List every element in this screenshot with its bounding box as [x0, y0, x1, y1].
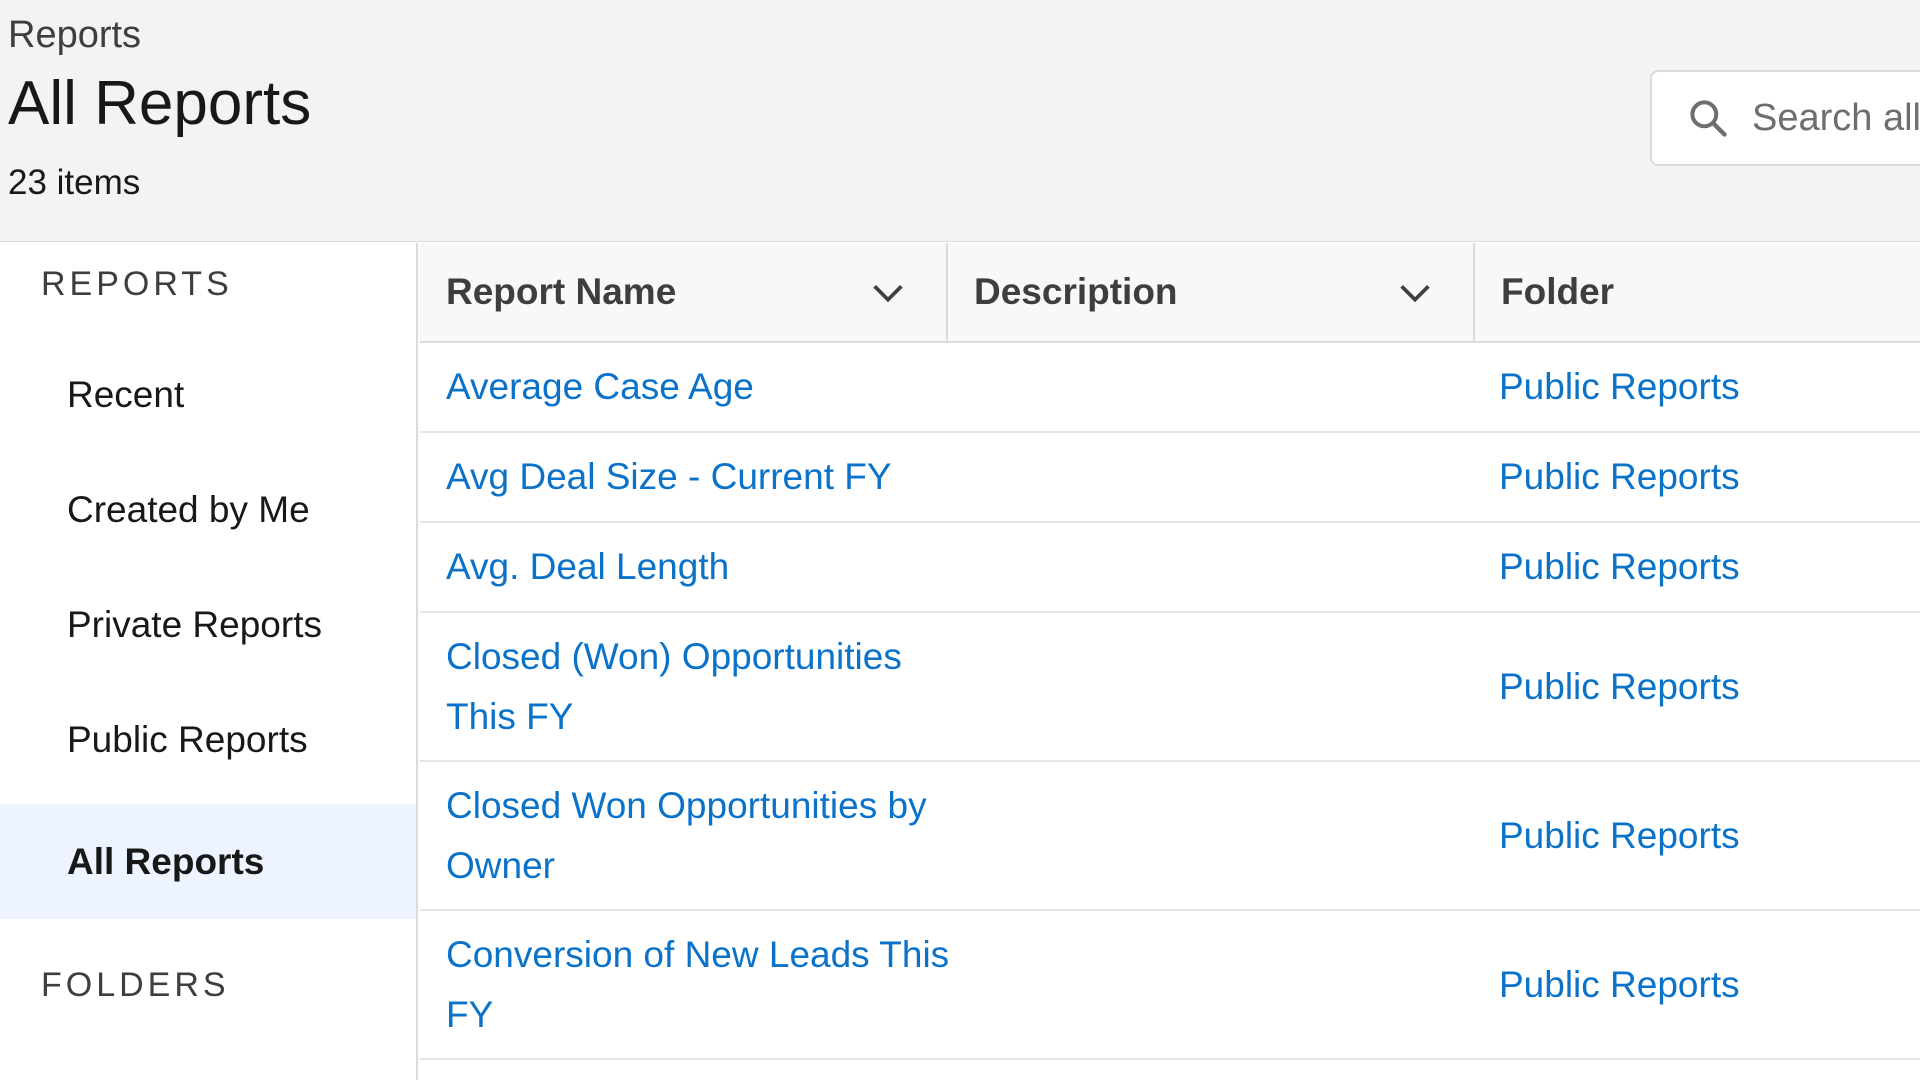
folder-link[interactable]: Public Reports: [1499, 537, 1740, 597]
folder-link[interactable]: Public Reports: [1499, 806, 1740, 866]
table-row: Closed Won Opportunities by Owner Public…: [420, 762, 1920, 911]
sidebar: REPORTS Recent Created by Me Private Rep…: [0, 243, 418, 1080]
reports-section-heading: REPORTS: [41, 265, 233, 303]
folder-link[interactable]: Public Reports: [1499, 447, 1740, 507]
sidebar-item-label: Created by Me: [67, 488, 310, 530]
item-count: 23 items: [8, 163, 141, 202]
table-header: Report Name Description Folder: [420, 243, 1920, 343]
table-row: Closed (Won) Opportunities This FY Publi…: [420, 613, 1920, 762]
reports-table: Report Name Description Folder Average C…: [420, 243, 1920, 1080]
search-input[interactable]: [1752, 96, 1920, 140]
table-row: Average Case Age Public Reports: [420, 343, 1920, 433]
table-row: Avg Deal Size - Current FY Public Report…: [420, 433, 1920, 523]
breadcrumb[interactable]: Reports: [8, 14, 141, 57]
sidebar-item-label: Public Reports: [67, 718, 308, 760]
table-row: Avg. Deal Length Public Reports: [420, 523, 1920, 613]
folders-section-heading: FOLDERS: [41, 966, 230, 1004]
sidebar-item-label: All Reports: [67, 840, 265, 882]
page-header: Reports All Reports 23 items: [0, 0, 1920, 242]
page-title: All Reports: [8, 69, 312, 138]
column-header-label: Folder: [1501, 271, 1615, 312]
report-name-link[interactable]: Avg Deal Size - Current FY: [446, 447, 966, 507]
sidebar-item-label: Recent: [67, 373, 185, 415]
report-name-link[interactable]: Closed (Won) Opportunities This FY: [446, 627, 966, 747]
folder-link[interactable]: Public Reports: [1499, 357, 1740, 417]
report-name-link[interactable]: Closed Won Opportunities by Owner: [446, 776, 966, 896]
sidebar-item-created-by-me[interactable]: Created by Me: [0, 452, 416, 567]
sidebar-item-recent[interactable]: Recent: [0, 337, 416, 452]
sidebar-item-public-reports[interactable]: Public Reports: [0, 682, 416, 797]
search-icon: [1690, 100, 1727, 137]
report-name-link[interactable]: Avg. Deal Length: [446, 537, 966, 597]
folder-link[interactable]: Public Reports: [1499, 657, 1740, 717]
sidebar-item-all-reports[interactable]: All Reports: [0, 804, 416, 919]
chevron-down-icon[interactable]: [868, 273, 908, 313]
search-box[interactable]: [1650, 70, 1920, 166]
report-name-link[interactable]: Average Case Age: [446, 357, 966, 417]
column-header-label: Report Name: [446, 271, 677, 312]
sidebar-item-private-reports[interactable]: Private Reports: [0, 567, 416, 682]
table-row: Conversion of New Leads This FY Public R…: [420, 911, 1920, 1060]
column-header-label: Description: [974, 271, 1178, 312]
folder-link[interactable]: Public Reports: [1499, 955, 1740, 1015]
column-header-folder[interactable]: Folder: [1475, 243, 1920, 341]
chevron-down-icon[interactable]: [1395, 273, 1435, 313]
sidebar-item-label: Private Reports: [67, 603, 322, 645]
report-name-link[interactable]: Conversion of New Leads This FY: [446, 925, 966, 1045]
